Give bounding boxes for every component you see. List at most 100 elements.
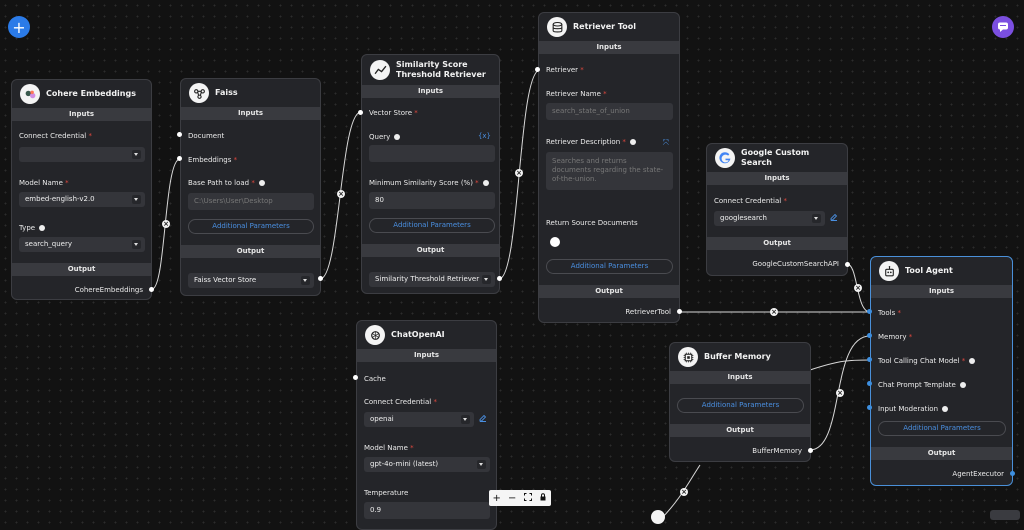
input-handle-vector-store[interactable]	[358, 110, 363, 115]
additional-parameters-button[interactable]: Additional Parameters	[188, 219, 314, 234]
delete-edge-icon[interactable]: ×	[854, 284, 862, 292]
database-icon	[547, 17, 567, 37]
info-icon[interactable]	[959, 382, 966, 388]
input-handle-prompt-template[interactable]	[867, 381, 872, 386]
chevron-down-icon	[301, 276, 310, 285]
variable-icon[interactable]: {x}	[478, 132, 491, 140]
model-name-select[interactable]: gpt-4o-mini (latest)	[364, 457, 490, 472]
retriever-description-input[interactable]: Searches and returns documents regarding…	[546, 152, 673, 190]
input-moderation-label: Input Moderation	[878, 405, 948, 413]
chevron-down-icon	[132, 240, 141, 249]
cache-label: Cache	[364, 375, 386, 383]
input-handle-input-moderation[interactable]	[867, 405, 872, 410]
credential-select[interactable]	[19, 147, 145, 162]
delete-edge-icon[interactable]: ×	[836, 389, 844, 397]
additional-parameters-button[interactable]: Additional Parameters	[369, 218, 495, 233]
minimap-corner[interactable]	[990, 510, 1020, 520]
model-name-select[interactable]: embed-english-v2.0	[19, 192, 145, 207]
node-title: ChatOpenAI	[391, 330, 445, 339]
node-title: Similarity Score Threshold Retriever	[396, 60, 486, 79]
partial-node-icon	[651, 510, 665, 524]
input-handle-retriever[interactable]	[535, 67, 540, 72]
chevron-down-icon	[461, 415, 470, 424]
output-handle[interactable]	[149, 287, 154, 292]
type-select[interactable]: search_query	[19, 237, 145, 252]
info-icon[interactable]	[942, 406, 948, 412]
expand-icon[interactable]: ⤧	[663, 138, 669, 148]
model-name-label: Model Name *	[19, 179, 69, 187]
delete-edge-icon[interactable]: ×	[515, 169, 523, 177]
node-tool-agent[interactable]: Tool Agent Inputs Tools * Memory * Tool …	[870, 256, 1013, 486]
edit-icon[interactable]	[479, 414, 487, 422]
credential-select[interactable]: googlesearch	[714, 211, 825, 226]
output-retriever-tool: RetrieverTool	[625, 308, 671, 316]
info-icon[interactable]	[629, 139, 636, 145]
info-icon[interactable]	[39, 225, 46, 231]
output-header: Output	[670, 424, 810, 437]
input-handle-cache[interactable]	[353, 375, 358, 380]
node-google-custom-search[interactable]: Google Custom Search Inputs Connect Cred…	[706, 143, 848, 276]
node-buffer-memory[interactable]: Buffer Memory Inputs Additional Paramete…	[669, 342, 811, 462]
input-handle-memory[interactable]	[867, 333, 872, 338]
input-handle-document[interactable]	[177, 132, 182, 137]
node-retriever-tool[interactable]: Retriever Tool Inputs Retriever * Retrie…	[538, 12, 680, 323]
delete-edge-icon[interactable]: ×	[162, 220, 170, 228]
info-icon[interactable]	[969, 358, 976, 364]
zoom-in-button[interactable]: +	[491, 493, 503, 504]
zoom-out-button[interactable]: −	[506, 493, 518, 504]
tools-label: Tools *	[878, 309, 901, 317]
node-title: Cohere Embeddings	[46, 89, 136, 98]
info-icon[interactable]	[258, 180, 265, 186]
output-handle[interactable]	[497, 276, 502, 281]
return-source-toggle[interactable]	[550, 237, 560, 247]
output-handle[interactable]	[808, 448, 813, 453]
chat-button[interactable]	[992, 16, 1014, 38]
node-cohere-embeddings[interactable]: Cohere Embeddings Inputs Connect Credent…	[11, 79, 152, 300]
temperature-input[interactable]: 0.9	[364, 502, 490, 519]
edit-icon[interactable]	[830, 213, 838, 221]
retriever-name-input[interactable]: search_state_of_union	[546, 103, 673, 120]
lock-button[interactable]	[537, 492, 549, 504]
additional-parameters-button[interactable]: Additional Parameters	[677, 398, 804, 413]
memory-chip-icon	[678, 347, 698, 367]
credential-select[interactable]: openai	[364, 412, 474, 427]
inputs-header: Inputs	[357, 349, 496, 362]
output-header: Output	[707, 237, 847, 250]
chevron-down-icon	[482, 275, 491, 284]
fit-view-button[interactable]	[522, 492, 534, 504]
connect-credential-label: Connect Credential *	[364, 398, 437, 406]
delete-edge-icon[interactable]: ×	[337, 190, 345, 198]
base-path-input[interactable]: C:\Users\User\Desktop	[188, 193, 314, 210]
output-header: Output	[181, 245, 320, 258]
output-handle[interactable]	[677, 309, 682, 314]
output-handle[interactable]	[318, 276, 323, 281]
info-icon[interactable]	[482, 180, 489, 186]
input-handle-tools[interactable]	[867, 309, 872, 314]
add-node-button[interactable]: +	[8, 16, 30, 38]
delete-edge-icon[interactable]: ×	[680, 488, 688, 496]
openai-icon	[365, 325, 385, 345]
vector-store-label: Vector Store *	[369, 109, 418, 117]
return-source-label: Return Source Documents	[546, 219, 638, 227]
query-input[interactable]	[369, 145, 495, 162]
input-handle-chat-model[interactable]	[867, 357, 872, 362]
temperature-label: Temperature	[364, 489, 409, 497]
min-score-input[interactable]: 80	[369, 192, 495, 209]
output-select[interactable]: Faiss Vector Store	[188, 273, 314, 288]
output-select[interactable]: Similarity Threshold Retriever	[369, 272, 495, 287]
node-faiss[interactable]: Faiss Inputs Document Embeddings * Base …	[180, 78, 321, 296]
additional-parameters-button[interactable]: Additional Parameters	[878, 421, 1006, 436]
inputs-header: Inputs	[670, 371, 810, 384]
additional-parameters-button[interactable]: Additional Parameters	[546, 259, 673, 274]
lock-icon	[540, 492, 546, 500]
input-handle-embeddings[interactable]	[177, 156, 182, 161]
output-handle[interactable]	[845, 262, 850, 267]
node-similarity-retriever[interactable]: Similarity Score Threshold Retriever Inp…	[361, 54, 500, 294]
connect-credential-label: Connect Credential *	[19, 132, 92, 140]
cohere-icon	[20, 84, 40, 104]
node-chat-openai[interactable]: ChatOpenAI Inputs Cache Connect Credenti…	[356, 320, 497, 530]
info-icon[interactable]	[394, 134, 401, 140]
delete-edge-icon[interactable]: ×	[770, 308, 778, 316]
output-handle[interactable]	[1010, 471, 1015, 476]
retriever-name-label: Retriever Name *	[546, 90, 607, 98]
